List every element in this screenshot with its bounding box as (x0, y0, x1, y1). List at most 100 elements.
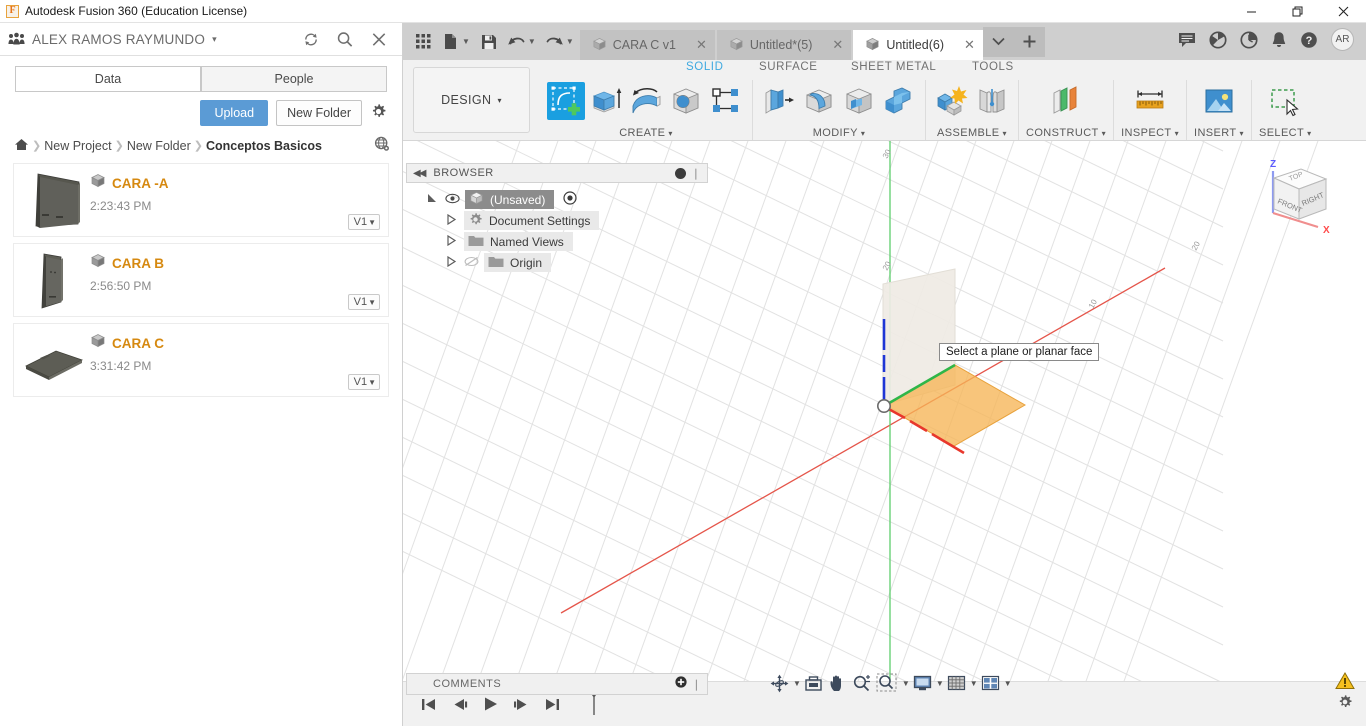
version-dropdown[interactable]: V1▼ (347, 294, 380, 310)
ribbon-tab-surface[interactable]: SURFACE (759, 61, 818, 73)
ribbon-tab-sheet-metal[interactable]: SHEET METAL (851, 61, 936, 73)
expand-triangle-icon[interactable] (424, 193, 440, 207)
avatar[interactable]: AR (1331, 28, 1354, 51)
measure-icon[interactable] (1131, 82, 1169, 120)
collapse-icon[interactable]: ◀◀ (413, 168, 426, 179)
tree-item-origin[interactable]: Origin (406, 252, 708, 273)
joint-icon[interactable] (973, 82, 1011, 120)
account-name[interactable]: ALEX RAMOS RAYMUNDO (32, 32, 205, 47)
expand-triangle-icon[interactable] (443, 213, 459, 228)
extrude-icon[interactable] (587, 82, 625, 120)
list-item[interactable]: CARA B 2:56:50 PM V1▼ (13, 243, 389, 317)
file-name[interactable]: CARA B (112, 256, 164, 271)
home-icon[interactable] (14, 138, 29, 154)
comments-bar[interactable]: COMMENTS ❘ (406, 673, 708, 695)
ribbon-tab-tools[interactable]: TOOLS (972, 61, 1014, 73)
new-tab-plus-icon[interactable] (1013, 26, 1045, 57)
comments-resize-grip[interactable]: ❘ (692, 678, 701, 691)
insert-image-icon[interactable] (1200, 82, 1238, 120)
expand-triangle-icon[interactable] (443, 255, 459, 270)
add-comment-icon[interactable] (675, 675, 687, 693)
tab-data[interactable]: Data (15, 66, 201, 92)
help-icon[interactable]: ? (1300, 31, 1318, 49)
grid-apps-icon[interactable] (410, 27, 436, 57)
visibility-eye-icon[interactable] (445, 193, 460, 207)
upload-button[interactable]: Upload (200, 100, 269, 126)
ribbon-tab-solid[interactable]: SOLID (686, 61, 724, 73)
chevron-down-icon[interactable]: ▼ (793, 679, 801, 688)
chevron-down-icon[interactable]: ▼ (566, 37, 578, 46)
fillet-icon[interactable] (800, 82, 838, 120)
breadcrumb-item-current[interactable]: Conceptos Basicos (206, 139, 322, 153)
tree-item-named-views[interactable]: Named Views (406, 231, 708, 252)
orbit-icon[interactable] (768, 672, 791, 694)
gear-icon[interactable] (370, 103, 390, 123)
workspace-selector[interactable]: DESIGN ▾ (413, 67, 530, 133)
pan-icon[interactable] (826, 672, 849, 694)
offset-plane-icon[interactable] (1047, 82, 1085, 120)
revolve-icon[interactable] (627, 82, 665, 120)
undo-icon[interactable] (504, 27, 530, 57)
chevron-down-icon[interactable]: ▼ (902, 679, 910, 688)
recent-icon[interactable] (1240, 30, 1258, 49)
refresh-icon[interactable] (302, 30, 320, 48)
list-item[interactable]: CARA C 3:31:42 PM V1▼ (13, 323, 389, 397)
zoom-icon[interactable] (850, 672, 873, 694)
chevron-down-icon[interactable]: ▼ (1004, 679, 1012, 688)
go-to-end-icon[interactable] (541, 692, 563, 716)
pattern-icon[interactable] (707, 82, 745, 120)
step-back-icon[interactable] (448, 692, 470, 716)
tab-people[interactable]: People (201, 66, 387, 92)
look-at-icon[interactable] (802, 672, 825, 694)
timeline-settings-gear-icon[interactable] (1337, 694, 1353, 714)
ribbon-panel-label-inspect[interactable]: INSPECT ▾ (1121, 127, 1179, 140)
globe-icon[interactable] (374, 136, 390, 155)
notifications-bell-icon[interactable] (1271, 31, 1287, 49)
version-dropdown[interactable]: V1▼ (347, 214, 380, 230)
breadcrumb-item-new-folder[interactable]: New Folder (127, 139, 191, 153)
visibility-eye-off-icon[interactable] (464, 256, 479, 270)
file-name[interactable]: CARA -A (112, 176, 169, 191)
chevron-down-icon[interactable]: ▼ (462, 37, 474, 46)
tree-item-unsaved[interactable]: (Unsaved) (406, 189, 708, 210)
save-icon[interactable] (476, 27, 502, 57)
step-forward-icon[interactable] (510, 692, 532, 716)
chevron-down-icon[interactable]: ▼ (936, 679, 944, 688)
go-to-beginning-icon[interactable] (417, 692, 439, 716)
browser-resize-grip[interactable]: ❘ (691, 167, 701, 180)
activate-component-icon[interactable] (563, 191, 577, 208)
ribbon-panel-label-insert[interactable]: INSERT ▾ (1194, 127, 1244, 140)
display-settings-icon[interactable] (911, 672, 934, 694)
close-icon[interactable]: ✕ (818, 37, 843, 53)
doc-tab-untitled-6[interactable]: Untitled(6) ✕ (853, 30, 983, 60)
doc-tab-untitled-5[interactable]: Untitled*(5) ✕ (716, 30, 852, 60)
ribbon-panel-label-select[interactable]: SELECT ▾ (1259, 127, 1312, 140)
ribbon-panel-label-assemble[interactable]: ASSEMBLE ▾ (937, 127, 1007, 140)
shell-icon[interactable] (840, 82, 878, 120)
new-folder-button[interactable]: New Folder (276, 100, 362, 126)
ribbon-panel-label-construct[interactable]: CONSTRUCT ▾ (1026, 127, 1106, 140)
ribbon-panel-label-modify[interactable]: MODIFY ▾ (813, 127, 866, 140)
close-button[interactable] (1320, 0, 1366, 23)
select-window-icon[interactable] (1266, 82, 1304, 120)
chevron-down-icon[interactable]: ▾ (212, 34, 217, 45)
maximize-button[interactable] (1274, 0, 1320, 23)
zoom-window-icon[interactable] (874, 672, 900, 694)
redo-icon[interactable] (542, 27, 568, 57)
viewport-canvas[interactable]: 30 20 20 10 ◀◀ BROWSER ❘ (Unsaved) Docum… (403, 141, 1366, 703)
tab-list-chevron-icon[interactable] (982, 26, 1014, 57)
version-dropdown[interactable]: V1▼ (347, 374, 380, 390)
tree-item-document-settings[interactable]: Document Settings (406, 210, 708, 231)
play-icon[interactable] (479, 692, 501, 716)
close-icon[interactable]: ✕ (950, 37, 975, 53)
job-status-icon[interactable] (1209, 30, 1227, 49)
close-panel-icon[interactable] (370, 30, 388, 48)
chevron-down-icon[interactable]: ▼ (528, 37, 540, 46)
new-component-icon[interactable] (933, 82, 971, 120)
comment-icon[interactable] (1178, 32, 1196, 48)
close-icon[interactable]: ✕ (682, 37, 707, 53)
chevron-down-icon[interactable]: ▼ (970, 679, 978, 688)
combine-icon[interactable] (880, 82, 918, 120)
search-icon[interactable] (336, 30, 354, 48)
doc-tab-cara-c[interactable]: CARA C v1 ✕ (579, 30, 715, 60)
